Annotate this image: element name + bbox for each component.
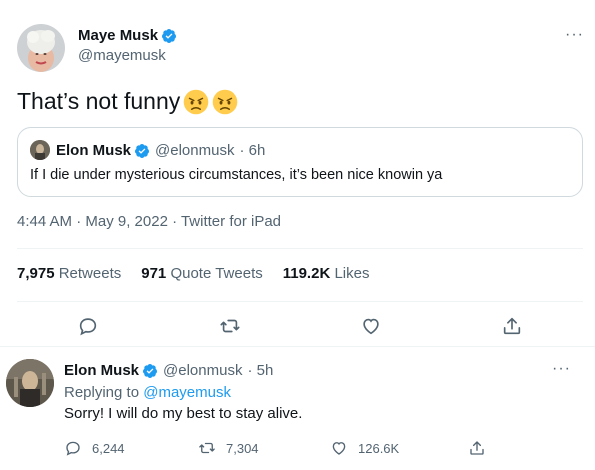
- retweets-stat[interactable]: 7,975 Retweets: [17, 265, 121, 282]
- reply-handle[interactable]: @elonmusk: [163, 362, 242, 379]
- retweet-count: 7,304: [226, 440, 259, 456]
- tweet-text-body: That’s not funny: [17, 88, 181, 114]
- verified-badge-icon: [143, 363, 158, 378]
- quote-tweets-count: 971: [141, 265, 167, 282]
- reply-actions: 6,244 7,304 126.6K: [64, 439, 584, 461]
- main-tweet: Maye Musk @mayemusk ··· That’s not funny: [0, 0, 595, 346]
- engagement-stats: 7,975 Retweets 971 Quote Tweets 119.2K L…: [17, 265, 389, 282]
- reply-time[interactable]: · 5h: [247, 362, 273, 379]
- more-options-button[interactable]: ···: [552, 360, 571, 378]
- like-count: 126.6K: [358, 440, 400, 456]
- quoted-tweet[interactable]: Elon Musk @elonmusk · 6h If I die under …: [17, 127, 583, 197]
- share-icon: [470, 441, 484, 455]
- replying-mention-link[interactable]: @mayemusk: [143, 384, 231, 401]
- reply-tweet[interactable]: Elon Musk @elonmusk · 5h ··· Replying to…: [0, 347, 595, 470]
- angry-face-icon: [183, 89, 209, 114]
- verified-badge-icon: [135, 143, 150, 158]
- reply-icon[interactable]: [77, 315, 99, 337]
- angry-face-icon: [212, 89, 238, 114]
- quoted-name-row: Elon Musk @elonmusk · 6h: [56, 142, 265, 159]
- reply-display-name[interactable]: Elon Musk: [64, 362, 139, 379]
- like-icon: [332, 442, 346, 455]
- reply-text: Sorry! I will do my best to stay alive.: [64, 405, 303, 422]
- quoted-text: If I die under mysterious circumstances,…: [30, 167, 443, 183]
- retweet-icon: [199, 442, 215, 454]
- divider: [17, 301, 583, 302]
- quoted-avatar[interactable]: [30, 140, 50, 160]
- likes-stat[interactable]: 119.2K Likes: [283, 265, 370, 282]
- reply-button[interactable]: 6,244: [64, 439, 125, 457]
- quoted-time: · 6h: [239, 142, 266, 159]
- quoted-display-name: Elon Musk: [56, 142, 132, 159]
- likes-label: Likes: [334, 265, 370, 282]
- like-button[interactable]: 126.6K: [330, 439, 399, 457]
- author-handle[interactable]: @mayemusk: [78, 47, 166, 64]
- tweet-text: That’s not funny: [17, 88, 238, 115]
- reply-author-row: Elon Musk @elonmusk · 5h: [64, 362, 273, 379]
- retweet-icon[interactable]: [219, 315, 241, 337]
- author-display-name[interactable]: Maye Musk: [78, 27, 158, 44]
- replying-to: Replying to @mayemusk: [64, 384, 231, 401]
- retweet-button[interactable]: 7,304: [198, 439, 259, 457]
- quoted-handle: @elonmusk: [155, 142, 235, 159]
- avatar[interactable]: [17, 24, 65, 72]
- retweets-count: 7,975: [17, 265, 55, 282]
- share-button[interactable]: [468, 439, 496, 457]
- author-name-row[interactable]: Maye Musk: [78, 27, 177, 44]
- quote-tweets-label: Quote Tweets: [170, 265, 263, 282]
- retweets-label: Retweets: [58, 265, 122, 282]
- share-icon[interactable]: [501, 315, 523, 337]
- tweet-actions: [0, 312, 595, 340]
- tweet-timestamp[interactable]: 4:44 AM · May 9, 2022 · Twitter for iPad: [17, 213, 281, 230]
- divider: [17, 248, 583, 249]
- reply-count: 6,244: [92, 440, 125, 456]
- more-options-button[interactable]: ···: [565, 26, 584, 44]
- quote-tweets-stat[interactable]: 971 Quote Tweets: [141, 265, 262, 282]
- avatar[interactable]: [6, 359, 54, 407]
- like-icon[interactable]: [360, 315, 382, 337]
- reply-icon: [66, 441, 80, 456]
- verified-badge-icon: [162, 28, 177, 43]
- likes-count: 119.2K: [282, 265, 331, 282]
- replying-prefix: Replying to: [64, 384, 140, 401]
